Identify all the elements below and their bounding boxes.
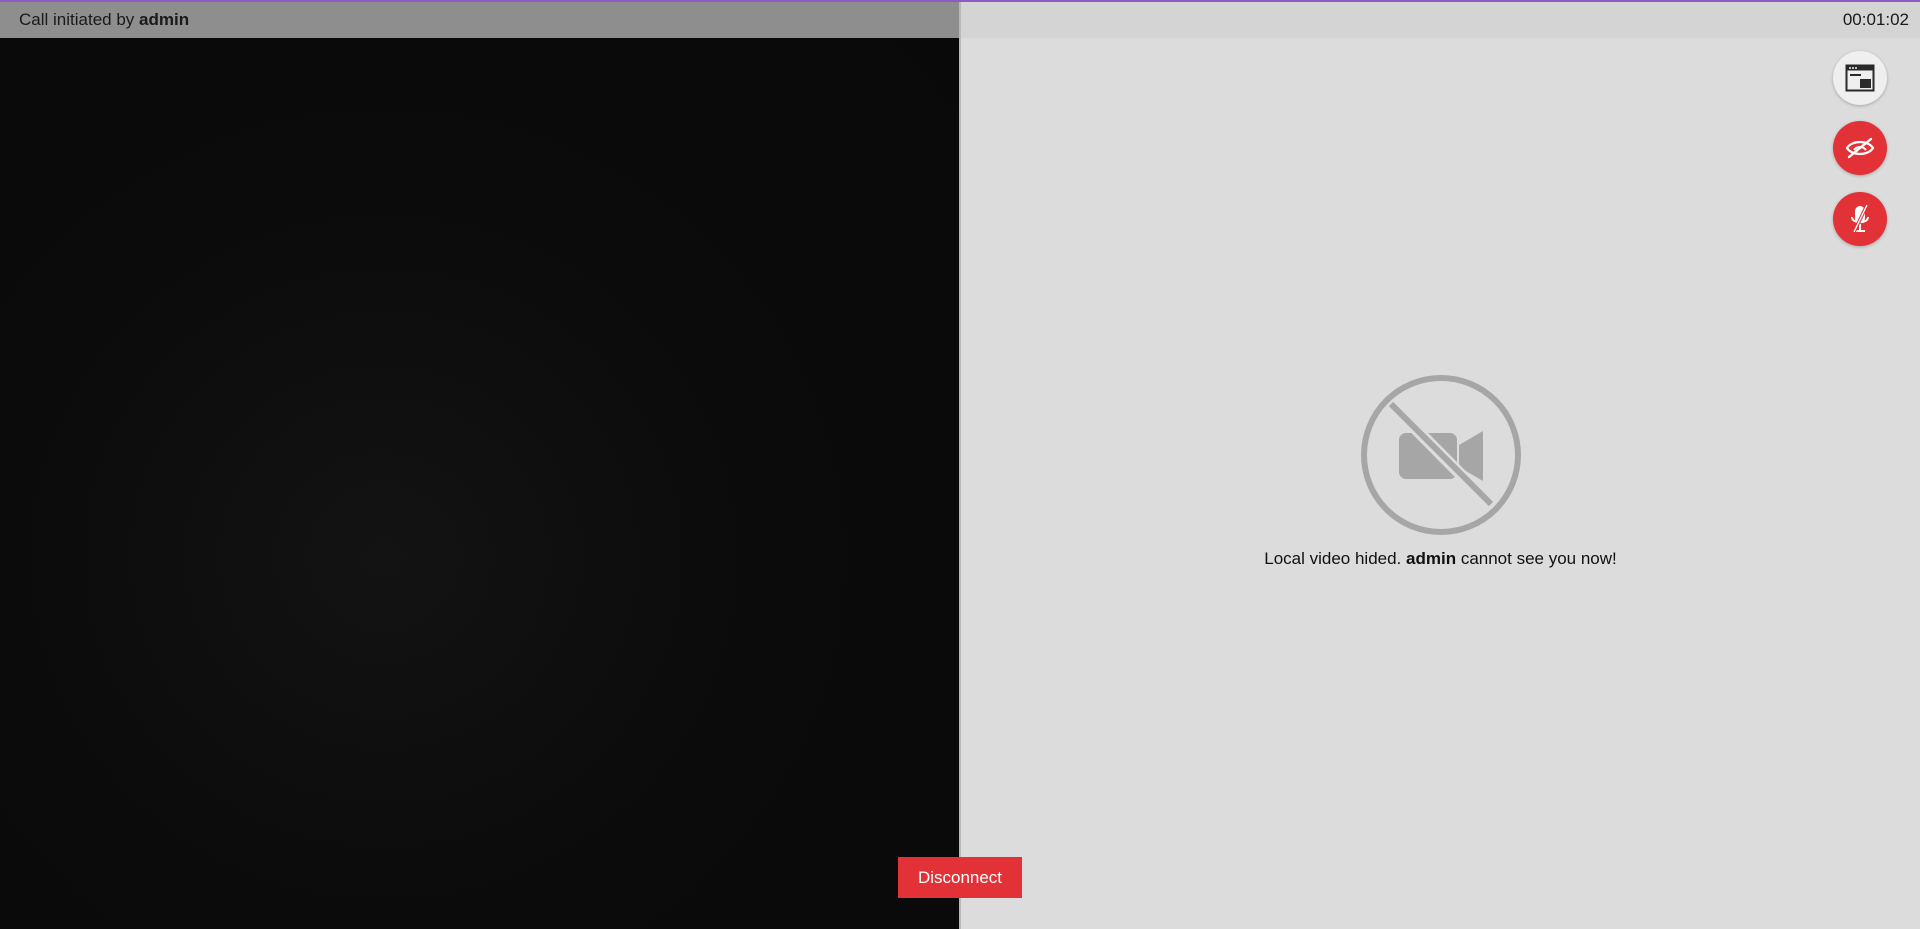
disconnect-button[interactable]: Disconnect [898,857,1022,898]
local-video-placeholder: Local video hided. admin cannot see you … [961,373,1920,569]
mic-off-icon [1851,204,1869,233]
toggle-video-button[interactable] [1833,121,1887,175]
top-accent-bar [0,0,1920,2]
local-video-message-suffix: cannot see you now! [1460,549,1617,568]
video-off-icon [1360,375,1521,535]
layout-toggle-button[interactable] [1833,51,1887,105]
toggle-mic-button[interactable] [1833,192,1887,246]
remote-header: Call initiated by admin [0,2,959,38]
local-video-message: Local video hided. admin cannot see you … [961,549,1920,569]
local-video-message-prefix: Local video hided. [1264,549,1402,568]
local-video-pane: 00:01:02 Local video hided. admin cannot… [961,0,1920,929]
eye-off-icon [1845,137,1875,159]
local-video-message-user: admin [1406,549,1457,568]
local-header: 00:01:02 [961,2,1920,38]
picture-in-picture-icon [1845,64,1875,92]
call-initiator-name: admin [139,10,190,29]
remote-video-pane: Call initiated by admin [0,0,959,929]
call-timer: 00:01:02 [1842,10,1909,29]
call-initiated-label: Call initiated by [19,10,135,29]
